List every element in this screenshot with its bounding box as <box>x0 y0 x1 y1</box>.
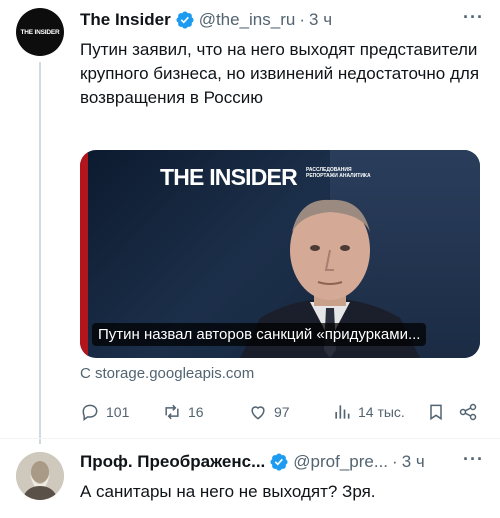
reply-text: А санитары на него не выходят? Зря. <box>80 482 376 501</box>
card-title[interactable]: Путин назвал авторов санкций «придурками… <box>92 323 427 346</box>
retweet-count: 16 <box>188 404 204 420</box>
tweet-time[interactable]: 3 ч <box>309 10 332 30</box>
reply-time[interactable]: 3 ч <box>402 452 425 472</box>
card-source-link[interactable]: С storage.googleapis.com <box>80 365 254 382</box>
retweet-icon <box>165 404 179 420</box>
thread-line <box>39 62 41 444</box>
verified-badge-icon <box>269 452 289 472</box>
reply-icon <box>82 404 98 421</box>
like-icon <box>251 406 265 420</box>
reply-author-avatar[interactable] <box>16 452 64 500</box>
separator-dot: · <box>299 10 306 29</box>
views-icon <box>335 405 350 419</box>
card-brand-tagline: РАССЛЕДОВАНИЯ РЕПОРТАЖИ АНАЛИТИКА <box>306 167 371 179</box>
reply-author-name[interactable]: Проф. Преображенс... <box>80 452 265 472</box>
share-button[interactable] <box>458 400 478 424</box>
author-avatar[interactable]: THE INSIDER <box>16 8 64 56</box>
reply-button[interactable]: 101 <box>80 400 129 424</box>
reply-author-handle[interactable]: @prof_pre... <box>293 452 388 472</box>
avatar-logo-text: THE INSIDER <box>20 28 60 36</box>
reply-header: Проф. Преображенс... @prof_pre... · 3 ч <box>80 452 480 472</box>
reply-count: 101 <box>106 404 130 420</box>
link-card[interactable]: THE INSIDER РАССЛЕДОВАНИЯ РЕПОРТАЖИ АНАЛ… <box>80 150 480 358</box>
tweet-header: The Insider @the_ins_ru · 3 ч <box>80 10 480 30</box>
tweet-thread: THE INSIDER The Insider @the_ins_ru · 3 … <box>0 0 500 518</box>
views-count: 14 тыс. <box>358 404 405 420</box>
author-name[interactable]: The Insider <box>80 10 171 30</box>
separator-dot: · <box>392 452 398 471</box>
verified-badge-icon <box>175 10 195 30</box>
action-bar: 101 16 97 14 тыс. <box>80 400 488 424</box>
card-brand-logo: THE INSIDER <box>160 164 298 190</box>
tweet-divider <box>0 438 500 439</box>
reply-more-icon[interactable]: ··· <box>463 450 484 468</box>
card-accent-bar <box>80 150 88 358</box>
more-icon[interactable]: ··· <box>463 8 484 26</box>
author-handle[interactable]: @the_ins_ru <box>199 10 296 30</box>
bookmark-button[interactable] <box>426 400 446 424</box>
bookmark-icon <box>430 404 442 421</box>
share-icon <box>459 403 477 421</box>
tweet-text: Путин заявил, что на него выходят предст… <box>80 40 480 107</box>
retweet-button[interactable]: 16 <box>162 400 204 424</box>
views-button[interactable]: 14 тыс. <box>332 400 405 424</box>
like-button[interactable]: 97 <box>248 400 290 424</box>
like-count: 97 <box>274 404 290 420</box>
